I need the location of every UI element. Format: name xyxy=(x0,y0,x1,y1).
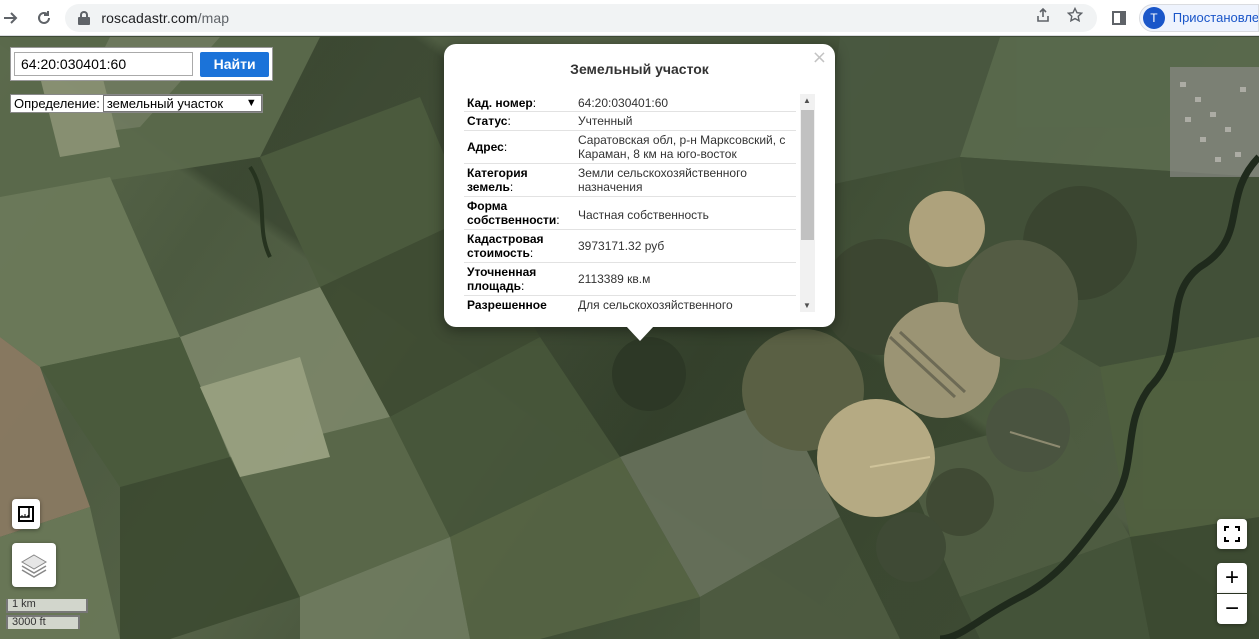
definition-label: Определение: xyxy=(14,96,100,111)
profile-label: Приостановле xyxy=(1172,10,1259,25)
browser-toolbar: roscadastr.com/map T Приостановле xyxy=(0,0,1259,36)
row-key: Кадастровая стоимость: xyxy=(467,232,544,260)
scroll-up-icon[interactable]: ▲ xyxy=(803,96,811,105)
row-value: Земли сельскохозяйственного назначения xyxy=(578,166,747,194)
bookmark-star-icon[interactable] xyxy=(1067,6,1084,28)
cadastral-search-panel: 64:20:030401:60 Найти xyxy=(10,47,273,81)
row-value: Для сельскохозяйственного xyxy=(578,298,733,312)
row-value: Частная собственность xyxy=(578,208,709,222)
row-value: Учтенный xyxy=(578,114,633,128)
row-value: 3973171.32 руб xyxy=(578,239,665,253)
address-bar[interactable]: roscadastr.com/map xyxy=(65,3,1098,32)
zoom-in-button[interactable]: + xyxy=(1217,563,1247,593)
definition-select[interactable]: земельный участок ▼ xyxy=(102,95,262,112)
row-value: Саратовская обл, р-н Марксовский, с Кара… xyxy=(578,133,786,161)
zoom-out-button[interactable]: − xyxy=(1217,594,1247,624)
definition-selector: Определение: земельный участок ▼ xyxy=(10,94,263,113)
row-key: Форма собственности: xyxy=(467,199,560,227)
url-text: roscadastr.com/map xyxy=(101,9,230,26)
chevron-down-icon: ▼ xyxy=(245,97,257,109)
row-key: Статус: xyxy=(467,114,511,128)
table-row: Адрес: Саратовская обл, р-н Марксовский,… xyxy=(464,131,796,164)
profile-button[interactable]: T Приостановле xyxy=(1139,3,1259,32)
scrollbar-thumb[interactable] xyxy=(801,110,814,240)
table-row: Форма собственности: Частная собственнос… xyxy=(464,197,796,230)
cadastral-number-input[interactable]: 64:20:030401:60 xyxy=(14,52,194,76)
scale-km: 1 km xyxy=(6,599,88,613)
row-key: Категория земель: xyxy=(467,166,528,194)
side-panel-icon[interactable] xyxy=(1109,8,1129,28)
table-row: Кадастровая стоимость: 3973171.32 руб xyxy=(464,230,796,263)
popup-pointer xyxy=(626,326,654,341)
popup-title: Земельный участок xyxy=(570,61,709,77)
avatar: T xyxy=(1143,6,1165,29)
reload-icon[interactable] xyxy=(30,4,58,32)
row-key: Адрес: xyxy=(467,140,508,154)
layers-icon[interactable] xyxy=(12,543,56,587)
table-row: Разрешенное Для сельскохозяйственного xyxy=(464,296,796,314)
popup-scrollbar[interactable]: ▲ ▼ xyxy=(800,94,815,312)
table-row: Статус: Учтенный xyxy=(464,112,796,131)
row-key: Уточненная площадь: xyxy=(467,265,537,293)
forward-icon[interactable] xyxy=(0,4,22,32)
row-key: Кад. номер: xyxy=(467,96,537,110)
find-button[interactable]: Найти xyxy=(200,51,269,77)
definition-selected-value: земельный участок xyxy=(106,96,224,111)
scroll-down-icon[interactable]: ▼ xyxy=(803,301,811,310)
row-value: 2113389 кв.м xyxy=(578,272,651,286)
ruler-icon[interactable] xyxy=(12,499,40,529)
scale-ft: 3000 ft xyxy=(6,615,80,629)
parcel-info-popup: × Земельный участок Кад. номер: 64:20:03… xyxy=(444,44,835,327)
lock-icon xyxy=(77,10,91,25)
table-row: Категория земель: Земли сельскохозяйстве… xyxy=(464,164,796,197)
row-value: 64:20:030401:60 xyxy=(578,96,669,110)
share-icon[interactable] xyxy=(1035,7,1051,28)
parcel-info-table: Кад. номер: 64:20:030401:60 Статус: Учте… xyxy=(464,94,796,314)
table-row: Кад. номер: 64:20:030401:60 xyxy=(464,94,796,112)
fullscreen-icon[interactable] xyxy=(1217,519,1247,549)
row-key: Разрешенное xyxy=(467,298,547,312)
table-row: Уточненная площадь: 2113389 кв.м xyxy=(464,263,796,296)
